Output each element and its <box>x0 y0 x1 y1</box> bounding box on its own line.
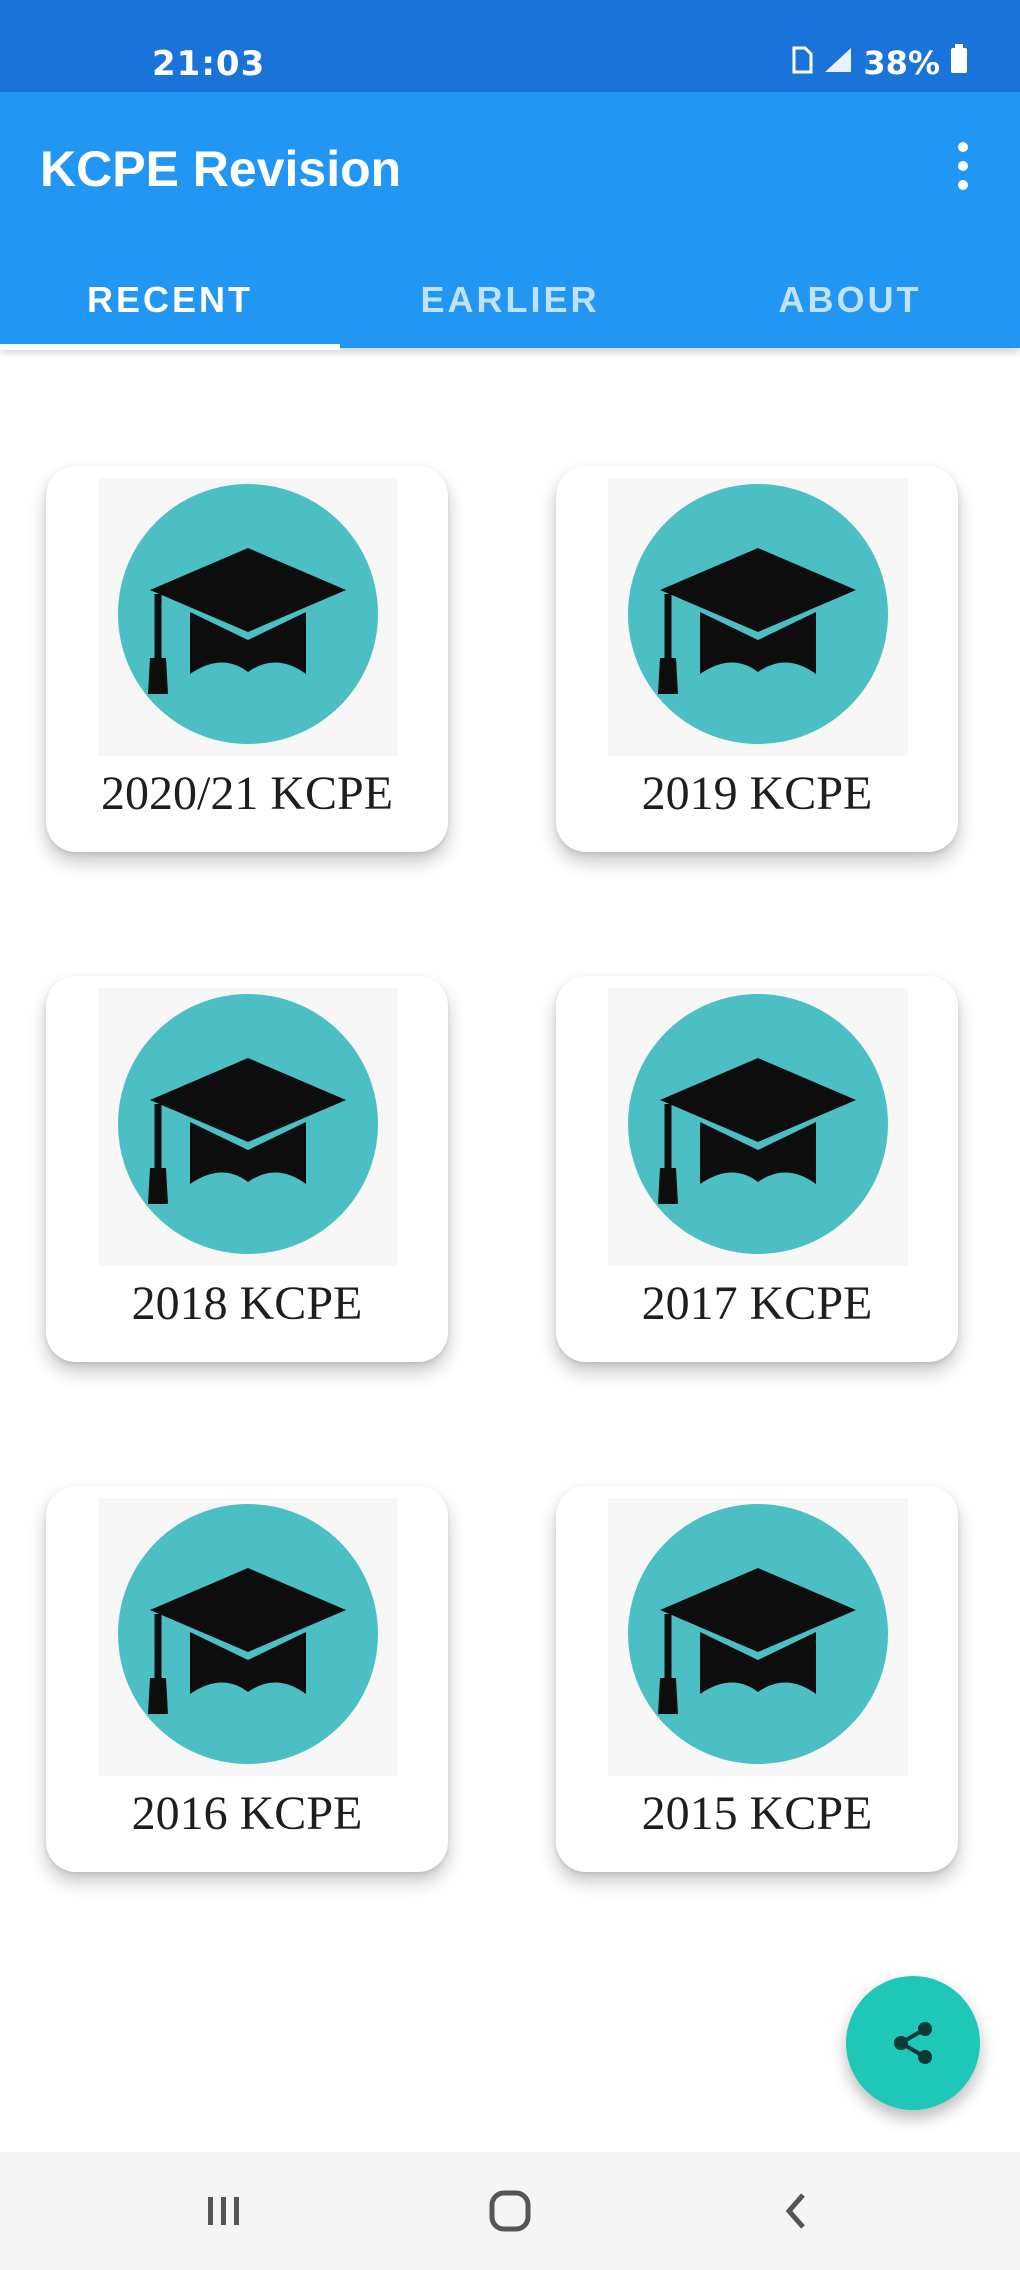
tab-indicator <box>0 344 340 350</box>
tab-recent[interactable]: RECENT <box>0 252 340 348</box>
card-label: 2020/21 KCPE <box>100 767 394 820</box>
navigation-bar <box>0 2152 1020 2270</box>
paper-card-2017[interactable]: 2017 KCPE <box>556 976 958 1362</box>
graduation-cap-icon <box>118 994 378 1254</box>
card-label: 2015 KCPE <box>641 1787 873 1840</box>
sim-icon <box>791 44 813 82</box>
tab-earlier[interactable]: EARLIER <box>340 252 680 348</box>
status-indicators: 38% <box>791 44 968 82</box>
card-image <box>608 1498 908 1776</box>
card-label: 2016 KCPE <box>131 1787 363 1840</box>
graduation-cap-icon <box>118 484 378 744</box>
graduation-cap-icon <box>628 994 888 1254</box>
status-bar: 21:03 38% <box>0 0 1020 92</box>
recent-apps-icon[interactable] <box>164 2172 284 2250</box>
card-image <box>608 478 908 756</box>
share-button[interactable] <box>846 1976 980 2110</box>
card-label: 2019 KCPE <box>641 767 873 820</box>
paper-card-2020-21[interactable]: 2020/21 KCPE <box>46 466 448 852</box>
app-bar: KCPE Revision RECENT EARLIER ABOUT <box>0 92 1020 350</box>
paper-card-2019[interactable]: 2019 KCPE <box>556 466 958 852</box>
home-icon[interactable] <box>450 2172 570 2250</box>
tab-about[interactable]: ABOUT <box>680 252 1020 348</box>
battery-text: 38% <box>863 44 940 82</box>
tab-bar: RECENT EARLIER ABOUT <box>0 252 1020 348</box>
graduation-cap-icon <box>118 1504 378 1764</box>
card-image <box>98 988 398 1266</box>
share-icon <box>894 2022 932 2064</box>
battery-icon <box>950 44 968 82</box>
back-icon[interactable] <box>736 2172 856 2250</box>
paper-card-2016[interactable]: 2016 KCPE <box>46 1486 448 1872</box>
more-vert-icon[interactable] <box>938 136 988 196</box>
paper-card-2015[interactable]: 2015 KCPE <box>556 1486 958 1872</box>
graduation-cap-icon <box>628 1504 888 1764</box>
card-image <box>98 1498 398 1776</box>
paper-card-2018[interactable]: 2018 KCPE <box>46 976 448 1362</box>
status-time: 21:03 <box>152 44 266 84</box>
graduation-cap-icon <box>628 484 888 744</box>
app-title: KCPE Revision <box>40 141 402 197</box>
card-image <box>608 988 908 1266</box>
card-image <box>98 478 398 756</box>
signal-icon <box>823 44 853 82</box>
card-label: 2017 KCPE <box>641 1277 873 1330</box>
card-label: 2018 KCPE <box>131 1277 363 1330</box>
